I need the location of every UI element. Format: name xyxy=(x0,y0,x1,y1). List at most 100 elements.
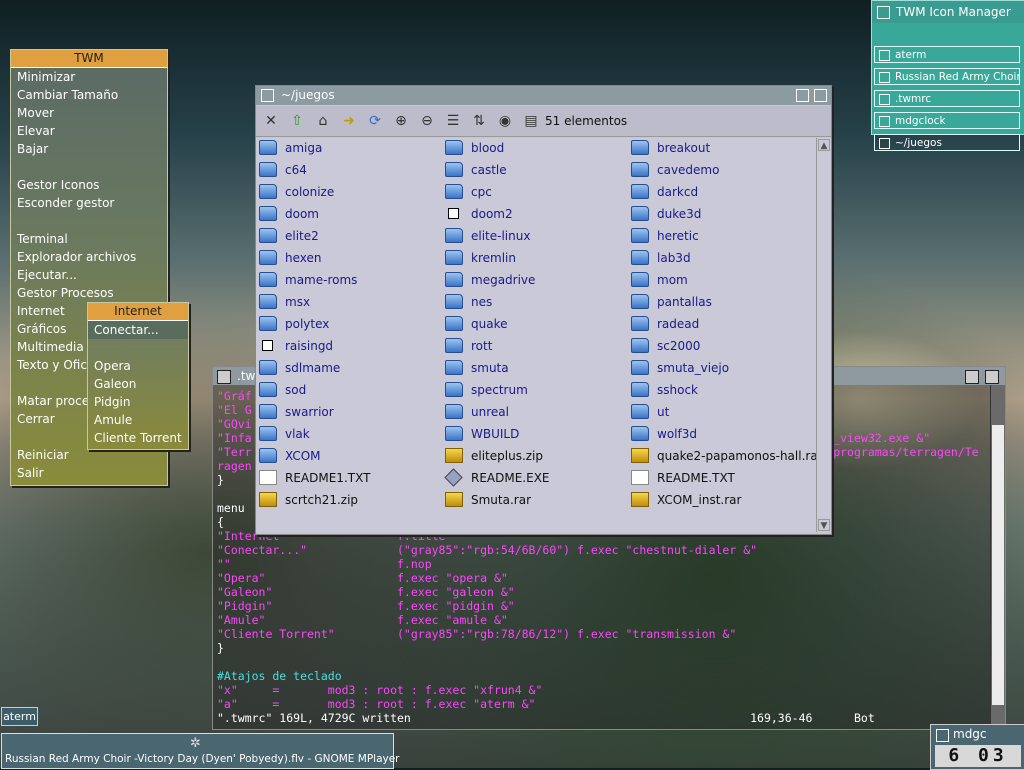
file-item[interactable]: sc2000 xyxy=(631,336,700,356)
file-item[interactable]: cavedemo xyxy=(631,160,719,180)
file-item[interactable]: Smuta.rar xyxy=(445,490,531,510)
file-item[interactable]: msx xyxy=(259,292,310,312)
refresh-icon[interactable]: ⟳ xyxy=(366,112,384,130)
details-icon[interactable]: ▤ xyxy=(522,112,540,130)
file-item[interactable]: rott xyxy=(445,336,492,356)
up-arrow-icon[interactable]: ⇧ xyxy=(288,112,306,130)
file-item[interactable]: eliteplus.zip xyxy=(445,446,543,466)
icon-manager-item-mdgclock[interactable]: mdgclock xyxy=(874,112,1020,129)
file-item[interactable]: lab3d xyxy=(631,248,691,268)
file-item[interactable]: c64 xyxy=(259,160,307,180)
file-item[interactable]: polytex xyxy=(259,314,329,334)
terminal-scrollbar[interactable] xyxy=(990,385,1005,727)
internet-menu-item-opera[interactable]: Opera xyxy=(88,357,188,375)
twm-menu-item-esconder-gestor[interactable]: Esconder gestor xyxy=(11,194,167,212)
twm-menu-item-explorador-archivos[interactable]: Explorador archivos xyxy=(11,248,167,266)
file-item[interactable]: colonize xyxy=(259,182,334,202)
scroll-up-arrow-icon[interactable]: ▲ xyxy=(818,139,830,151)
file-item[interactable]: wolf3d xyxy=(631,424,697,444)
twm-menu-item-salir[interactable]: Salir xyxy=(11,464,167,482)
file-item[interactable]: sod xyxy=(259,380,306,400)
file-item[interactable]: README.EXE xyxy=(444,468,550,488)
twm-menu-item-mover[interactable]: Mover xyxy=(11,104,167,122)
file-item[interactable]: quake xyxy=(445,314,507,334)
file-item[interactable]: elite2 xyxy=(259,226,319,246)
file-item[interactable]: sdlmame xyxy=(259,358,340,378)
show-hidden-eye-icon[interactable]: ◉ xyxy=(496,112,514,130)
file-item[interactable]: smuta xyxy=(445,358,509,378)
file-item[interactable]: raisingd xyxy=(259,336,333,356)
file-item[interactable]: vlak xyxy=(259,424,310,444)
clock-iconify-button[interactable] xyxy=(936,729,949,742)
file-item[interactable]: nes xyxy=(445,292,492,312)
file-manager-titlebar[interactable]: ~/juegos xyxy=(256,86,831,105)
file-item[interactable]: sshock xyxy=(631,380,698,400)
icon-manager-item-russian-red-army-choir[interactable]: Russian Red Army Choir xyxy=(874,68,1020,85)
file-list[interactable]: amiga c64 colonize doom elite2 hexen mame-roms… xyxy=(256,138,823,532)
icon-manager-item-juegos[interactable]: ~/juegos xyxy=(874,134,1020,151)
mdgclock-window[interactable]: mdgc 6 03 xyxy=(930,724,1024,770)
file-item[interactable]: amiga xyxy=(259,138,322,158)
file-manager-iconify-button[interactable] xyxy=(261,89,274,102)
home-icon[interactable]: ⌂ xyxy=(314,112,332,130)
file-item[interactable]: unreal xyxy=(445,402,509,422)
file-item[interactable]: hexen xyxy=(259,248,322,268)
file-item[interactable]: swarrior xyxy=(259,402,334,422)
twm-menu-item-gestor-iconos[interactable]: Gestor Iconos xyxy=(11,176,167,194)
zoom-out-icon[interactable]: ⊖ xyxy=(418,112,436,130)
twm-menu-item-elevar[interactable]: Elevar xyxy=(11,122,167,140)
internet-menu-item-conectar[interactable]: Conectar... xyxy=(88,321,188,339)
terminal-scroll-thumb[interactable] xyxy=(992,425,1004,705)
internet-menu-item-galeon[interactable]: Galeon xyxy=(88,375,188,393)
file-item[interactable]: WBUILD xyxy=(445,424,519,444)
file-item[interactable]: darkcd xyxy=(631,182,698,202)
file-manager-resize-button[interactable] xyxy=(814,89,827,102)
file-manager-scrollbar[interactable]: ▲ ▼ xyxy=(816,138,831,532)
twm-menu-item-bajar[interactable]: Bajar xyxy=(11,140,167,158)
icon-manager-item-twmrc[interactable]: .twmrc xyxy=(874,90,1020,107)
mplayer-icon[interactable]: ✲ Russian Red Army Choir -Victory Day (D… xyxy=(1,733,400,769)
icon-manager-titlebar[interactable]: TWM Icon Manager xyxy=(872,1,1024,23)
file-item[interactable]: README1.TXT xyxy=(259,468,370,488)
go-arrow-icon[interactable]: ➜ xyxy=(340,112,358,130)
file-item[interactable]: mame-roms xyxy=(259,270,357,290)
list-view-icon[interactable]: ☰ xyxy=(444,112,462,130)
sort-icon[interactable]: ⇅ xyxy=(470,112,488,130)
internet-menu-item-cliente-torrent[interactable]: Cliente Torrent xyxy=(88,429,188,447)
file-manager-maximize-button[interactable] xyxy=(796,89,809,102)
file-item[interactable]: cpc xyxy=(445,182,492,202)
terminal-resize-button[interactable] xyxy=(985,370,999,384)
icon-manager-item-aterm[interactable]: aterm xyxy=(874,46,1020,63)
file-item[interactable]: kremlin xyxy=(445,248,516,268)
file-item[interactable]: ut xyxy=(631,402,669,422)
file-item[interactable]: smuta_viejo xyxy=(631,358,729,378)
twm-menu-item-ejecutar[interactable]: Ejecutar... xyxy=(11,266,167,284)
twm-menu-item-gestor-procesos[interactable]: Gestor Procesos xyxy=(11,284,167,302)
terminal-iconify-button[interactable] xyxy=(217,370,231,384)
file-item[interactable]: pantallas xyxy=(631,292,712,312)
twm-menu-item-minimizar[interactable]: Minimizar xyxy=(11,68,167,86)
twm-menu-item-terminal[interactable]: Terminal xyxy=(11,230,167,248)
icon-manager-iconify-button[interactable] xyxy=(877,6,890,19)
file-item[interactable]: radead xyxy=(631,314,699,334)
scroll-down-arrow-icon[interactable]: ▼ xyxy=(818,519,830,531)
zoom-in-icon[interactable]: ⊕ xyxy=(392,112,410,130)
internet-menu-item-amule[interactable]: Amule xyxy=(88,411,188,429)
file-item[interactable]: README.TXT xyxy=(631,468,735,488)
file-item[interactable]: spectrum xyxy=(445,380,528,400)
file-item[interactable]: XCOM_inst.rar xyxy=(631,490,741,510)
twm-menu-item-cambiar-tamano[interactable]: Cambiar Tamaño xyxy=(11,86,167,104)
terminal-maximize-button[interactable] xyxy=(965,370,979,384)
file-item[interactable]: XCOM xyxy=(259,446,321,466)
file-item[interactable]: elite-linux xyxy=(445,226,530,246)
internet-menu-item-pidgin[interactable]: Pidgin xyxy=(88,393,188,411)
close-icon[interactable]: ✕ xyxy=(262,112,280,130)
file-item[interactable]: duke3d xyxy=(631,204,701,224)
file-item[interactable]: mom xyxy=(631,270,688,290)
file-item[interactable]: blood xyxy=(445,138,504,158)
file-item[interactable]: heretic xyxy=(631,226,699,246)
file-item[interactable]: doom2 xyxy=(445,204,513,224)
file-item[interactable]: doom xyxy=(259,204,319,224)
file-item[interactable]: breakout xyxy=(631,138,710,158)
file-item[interactable]: quake2-papamonos-hall.rar xyxy=(631,446,823,466)
